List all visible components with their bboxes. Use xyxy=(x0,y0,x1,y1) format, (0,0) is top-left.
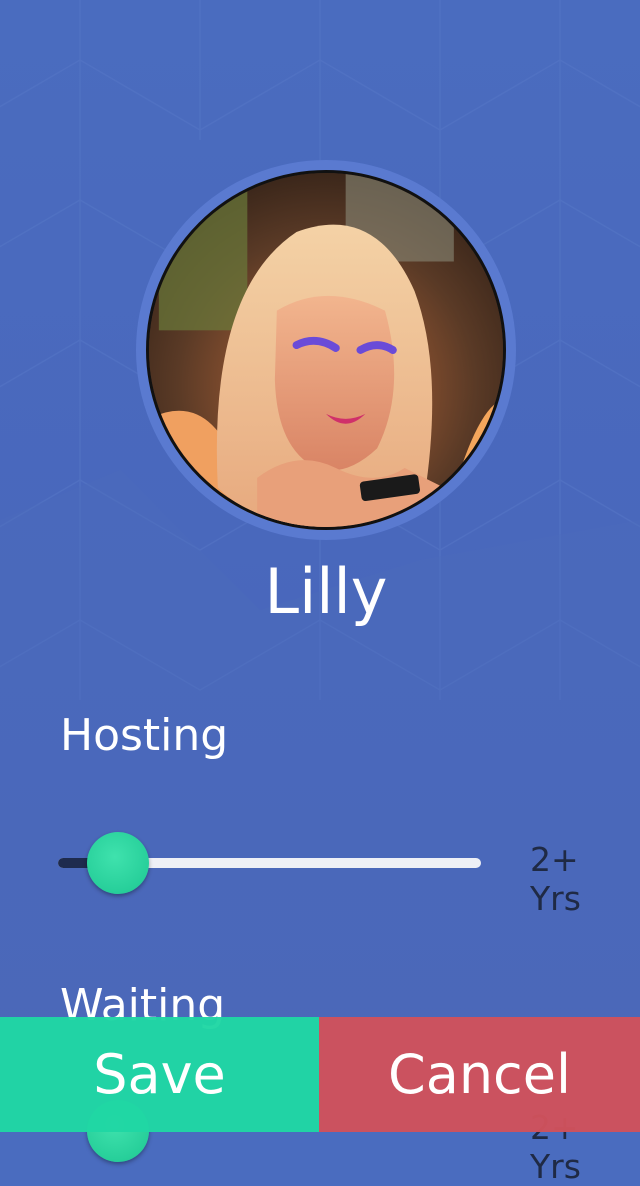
profile-name: Lilly xyxy=(264,555,388,628)
profile-avatar[interactable] xyxy=(146,170,506,530)
save-button[interactable]: Save xyxy=(0,1017,319,1132)
hosting-slider-handle[interactable] xyxy=(87,832,149,894)
cancel-button[interactable]: Cancel xyxy=(319,1017,640,1132)
avatar-photo xyxy=(149,173,503,527)
hosting-label: Hosting xyxy=(60,710,229,761)
hosting-value: 2+ Yrs xyxy=(530,840,581,918)
